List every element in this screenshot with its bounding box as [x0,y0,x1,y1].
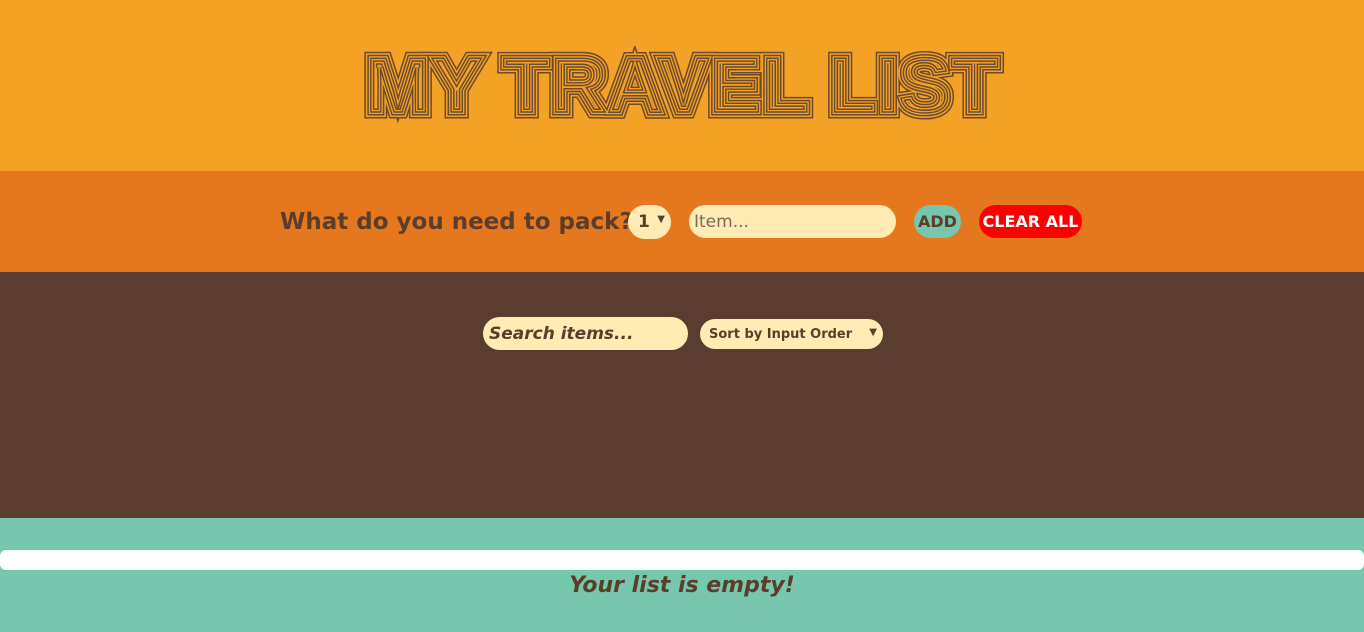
stats-footer: Your list is empty! [0,518,1364,632]
quantity-select[interactable]: 1 ▼ [628,205,671,239]
add-button[interactable]: ADD [914,205,961,238]
item-input[interactable]: Item... [689,205,896,238]
quantity-value: 1 [638,212,650,232]
packed-progress-bar [0,550,1364,570]
packing-list: Search items... Sort by Input Order ▼ [0,272,1364,518]
sort-select[interactable]: Sort by Input Order ▼ [700,319,883,349]
form-question: What do you need to pack? [280,209,633,235]
chevron-down-icon: ▼ [869,327,877,338]
search-input[interactable]: Search items... [483,317,688,350]
travel-list-app: MY TRAVEL LIST MY TRAVEL LIST MY TRAVEL … [0,0,1364,632]
sort-selected-value: Sort by Input Order [709,326,853,342]
item-input-placeholder: Item... [694,211,749,232]
add-item-form: What do you need to pack? 1 ▼ Item... AD… [0,171,1364,272]
chevron-down-icon: ▼ [657,214,665,225]
page-header: MY TRAVEL LIST MY TRAVEL LIST MY TRAVEL … [0,0,1364,171]
search-input-placeholder: Search items... [489,323,634,344]
svg-text:MY TRAVEL LIST: MY TRAVEL LIST [366,46,999,126]
clear-all-button[interactable]: CLEAR ALL [979,205,1082,238]
stats-message: Your list is empty! [569,573,795,598]
page-title: MY TRAVEL LIST MY TRAVEL LIST MY TRAVEL … [359,46,1005,126]
